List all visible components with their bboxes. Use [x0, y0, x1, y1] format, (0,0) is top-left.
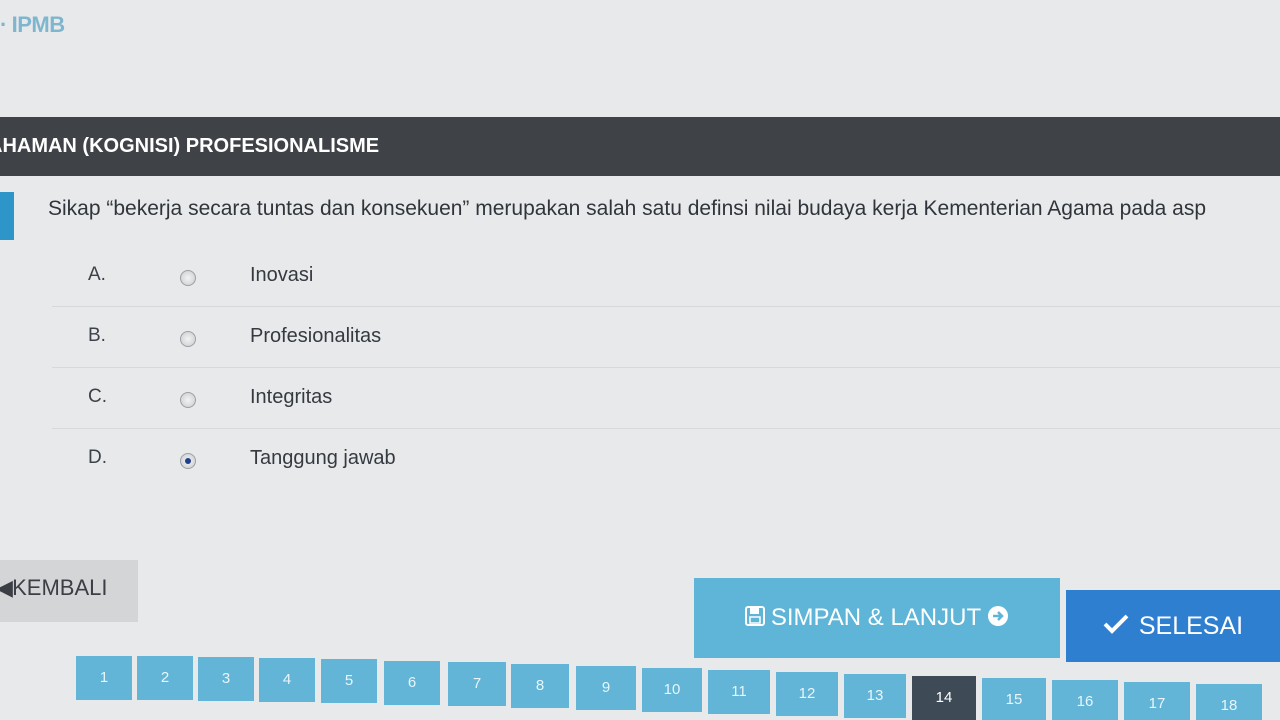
page-button-15[interactable]: 15 [982, 678, 1046, 720]
option-radio-c[interactable] [180, 392, 196, 408]
page-button-1[interactable]: 1 [76, 656, 132, 700]
option-row-d[interactable]: D. Tanggung jawab [52, 429, 1280, 490]
back-button-label: KEMBALI [12, 575, 108, 600]
page-button-13[interactable]: 13 [844, 674, 906, 718]
option-row-b[interactable]: B. Profesionalitas [52, 307, 1280, 368]
brand-name: IPMB [11, 12, 66, 37]
page-button-9[interactable]: 9 [576, 666, 636, 710]
arrow-circle-right-icon [987, 605, 1009, 632]
option-label[interactable]: Inovasi [250, 264, 313, 290]
option-letter: C. [88, 386, 107, 407]
option-letter: A. [88, 264, 106, 285]
option-radio-b[interactable] [180, 331, 196, 347]
page-button-5[interactable]: 5 [321, 659, 377, 703]
page-button-14-current[interactable]: 14 [912, 676, 976, 720]
finish-label: SELESAI [1138, 611, 1244, 640]
brand-logo-text: · IPMB [0, 12, 65, 42]
page-button-8[interactable]: 8 [511, 664, 569, 708]
option-label[interactable]: Integritas [250, 386, 332, 412]
question-number-marker [0, 192, 14, 240]
option-label[interactable]: Profesionalitas [250, 325, 381, 351]
question-pagination: 1 2 3 4 5 6 7 8 9 10 11 12 13 14 15 16 1… [76, 648, 1280, 720]
floppy-disk-icon [744, 605, 765, 631]
option-row-a[interactable]: A. Inovasi [52, 246, 1280, 307]
page-button-11[interactable]: 11 [708, 670, 770, 714]
section-title: AHAMAN (KOGNISI) PROFESIONALISME [0, 135, 380, 157]
option-label[interactable]: Tanggung jawab [250, 447, 396, 473]
page-button-16[interactable]: 16 [1052, 680, 1118, 720]
page-button-4[interactable]: 4 [259, 658, 315, 702]
question-text: Sikap “bekerja secara tuntas dan konseku… [48, 197, 1207, 220]
option-radio-d[interactable] [180, 453, 196, 469]
option-row-c[interactable]: C. Integritas [52, 368, 1280, 429]
check-icon [1103, 613, 1129, 640]
brand-prefix-fragment: · [0, 12, 7, 37]
save-and-next-button[interactable]: SIMPAN & LANJUT [694, 578, 1060, 658]
page-button-7[interactable]: 7 [448, 662, 506, 706]
arrow-left-icon: ◀ [0, 575, 13, 600]
page-button-3[interactable]: 3 [198, 657, 254, 701]
option-letter: B. [88, 325, 106, 346]
section-header: AHAMAN (KOGNISI) PROFESIONALISME [0, 117, 1280, 176]
page-button-2[interactable]: 2 [137, 656, 193, 700]
back-button[interactable]: ◀ KEMBALI [0, 560, 138, 622]
page-button-6[interactable]: 6 [384, 661, 440, 705]
option-radio-a[interactable] [180, 270, 196, 286]
page-button-17[interactable]: 17 [1124, 682, 1190, 720]
page-button-18[interactable]: 18 [1196, 684, 1262, 720]
option-letter: D. [88, 447, 107, 468]
answer-options: A. Inovasi B. Profesionalitas C. Integri… [52, 246, 1280, 492]
save-and-next-label: SIMPAN & LANJUT [770, 604, 982, 631]
page-button-10[interactable]: 10 [642, 668, 702, 712]
page-button-12[interactable]: 12 [776, 672, 838, 716]
